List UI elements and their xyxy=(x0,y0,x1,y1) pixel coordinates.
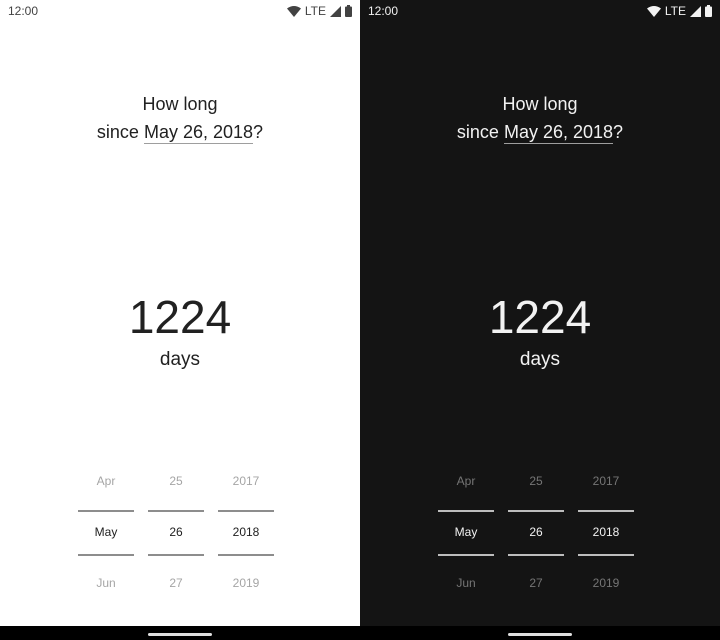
question-prefix: since xyxy=(96,122,139,142)
status-bar: 12:00 LTE xyxy=(0,0,360,22)
wifi-icon xyxy=(646,5,661,17)
date-picker: Apr May Jun 25 26 27 2017 2018 2019 xyxy=(438,462,634,602)
picker-divider-top xyxy=(508,510,564,512)
picker-divider-top xyxy=(218,510,274,512)
home-gesture-handle[interactable] xyxy=(148,633,212,636)
status-icons: LTE xyxy=(646,4,712,18)
day-selected[interactable]: 26 xyxy=(508,511,564,553)
phone-screen-light: 12:00 LTE How long since May 26, 2018? 1… xyxy=(0,0,360,640)
phone-screen-dark: 12:00 LTE How long since May 26, 2018? 1… xyxy=(360,0,720,640)
selected-date-link[interactable]: May 26, 2018 xyxy=(503,122,614,144)
day-next[interactable]: 27 xyxy=(148,564,204,602)
navigation-bar xyxy=(0,626,360,640)
picker-divider-bottom xyxy=(78,554,134,556)
month-selected[interactable]: May xyxy=(78,511,134,553)
day-selected[interactable]: 26 xyxy=(148,511,204,553)
status-icons: LTE xyxy=(286,4,352,18)
app-comparison: 12:00 LTE How long since May 26, 2018? 1… xyxy=(0,0,720,640)
day-prev[interactable]: 25 xyxy=(508,462,564,500)
picker-divider-bottom xyxy=(148,554,204,556)
month-picker[interactable]: Apr May Jun xyxy=(438,462,494,602)
month-picker[interactable]: Apr May Jun xyxy=(78,462,134,602)
picker-divider-bottom xyxy=(438,554,494,556)
picker-divider-top xyxy=(78,510,134,512)
question-suffix: ? xyxy=(613,122,624,142)
picker-divider-bottom xyxy=(218,554,274,556)
picker-divider-bottom xyxy=(578,554,634,556)
year-next[interactable]: 2019 xyxy=(218,564,274,602)
question-text: How long since May 26, 2018? xyxy=(0,90,360,146)
question-prefix: since xyxy=(456,122,499,142)
year-prev[interactable]: 2017 xyxy=(578,462,634,500)
question-line-1: How long xyxy=(502,94,578,114)
picker-divider-top xyxy=(578,510,634,512)
year-picker[interactable]: 2017 2018 2019 xyxy=(578,462,634,602)
picker-divider-bottom xyxy=(508,554,564,556)
network-label: LTE xyxy=(304,4,326,18)
home-gesture-handle[interactable] xyxy=(508,633,572,636)
year-selected[interactable]: 2018 xyxy=(218,511,274,553)
year-prev[interactable]: 2017 xyxy=(218,462,274,500)
picker-divider-top xyxy=(148,510,204,512)
selected-date-link[interactable]: May 26, 2018 xyxy=(143,122,254,144)
day-picker[interactable]: 25 26 27 xyxy=(508,462,564,602)
date-picker: Apr May Jun 25 26 27 2017 2018 2019 xyxy=(78,462,274,602)
question-line-2: since May 26, 2018? xyxy=(360,118,720,146)
question-line-2: since May 26, 2018? xyxy=(0,118,360,146)
picker-divider-top xyxy=(438,510,494,512)
status-time: 12:00 xyxy=(8,4,39,18)
status-time: 12:00 xyxy=(368,4,399,18)
question-text: How long since May 26, 2018? xyxy=(360,90,720,146)
year-picker[interactable]: 2017 2018 2019 xyxy=(218,462,274,602)
wifi-icon xyxy=(286,5,301,17)
year-next[interactable]: 2019 xyxy=(578,564,634,602)
battery-icon xyxy=(345,5,352,17)
battery-icon xyxy=(705,5,712,17)
month-prev[interactable]: Apr xyxy=(438,462,494,500)
month-next[interactable]: Jun xyxy=(78,564,134,602)
status-bar: 12:00 LTE xyxy=(360,0,720,22)
day-unit-label: days xyxy=(519,349,561,370)
network-label: LTE xyxy=(664,4,686,18)
signal-icon xyxy=(690,5,701,17)
day-count: 1224 xyxy=(128,291,232,343)
day-next[interactable]: 27 xyxy=(508,564,564,602)
navigation-bar xyxy=(360,626,720,640)
month-next[interactable]: Jun xyxy=(438,564,494,602)
day-count: 1224 xyxy=(488,291,592,343)
month-selected[interactable]: May xyxy=(438,511,494,553)
day-unit-label: days xyxy=(159,349,201,370)
day-picker[interactable]: 25 26 27 xyxy=(148,462,204,602)
year-selected[interactable]: 2018 xyxy=(578,511,634,553)
question-suffix: ? xyxy=(253,122,264,142)
month-prev[interactable]: Apr xyxy=(78,462,134,500)
signal-icon xyxy=(330,5,341,17)
day-prev[interactable]: 25 xyxy=(148,462,204,500)
question-line-1: How long xyxy=(142,94,218,114)
